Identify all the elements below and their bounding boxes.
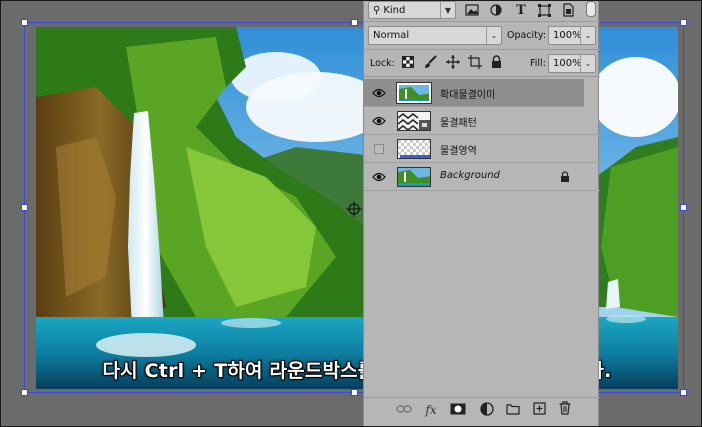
transform-reference-point-icon[interactable]: [346, 201, 362, 217]
layer-name: 물결영역: [440, 146, 477, 157]
layer-name: 물결패턴: [440, 118, 477, 129]
new-layer-icon[interactable]: [533, 402, 546, 415]
chevron-down-icon: ⌄: [580, 55, 595, 72]
smart-object-filter-icon[interactable]: [562, 3, 574, 17]
fill-value: 100%: [553, 58, 582, 69]
layers-panel-footer: fx: [364, 397, 600, 422]
layer-row[interactable]: 확대물결이미: [364, 79, 584, 107]
visibility-eye-icon[interactable]: [372, 171, 386, 183]
layer-name: 확대물결이미: [440, 90, 496, 101]
lock-all-icon[interactable]: [491, 55, 502, 68]
filter-kind-label: Kind: [383, 4, 406, 16]
transform-handle-middle-right[interactable]: [680, 204, 687, 211]
opacity-label: Opacity:: [507, 30, 547, 41]
photoshop-workspace: 다시 Ctrl + T하여 라운드박스를 보면 커져있음을 알 수 있다. ⚲ …: [0, 0, 702, 427]
opacity-input[interactable]: 100% ⌄: [548, 26, 596, 45]
visibility-eye-icon[interactable]: [372, 115, 386, 127]
visibility-off-box[interactable]: [374, 144, 384, 154]
opacity-value: 100%: [553, 30, 582, 41]
transform-handle-bottom-center[interactable]: [351, 389, 358, 396]
adjustment-layer-icon[interactable]: [480, 402, 494, 416]
layer-filter-select[interactable]: ⚲ Kind ▼: [368, 1, 456, 19]
fx-icon[interactable]: fx: [422, 402, 440, 418]
lock-position-icon[interactable]: [446, 55, 460, 69]
search-icon: ⚲: [373, 4, 381, 16]
lock-transparent-icon[interactable]: [402, 56, 414, 68]
transform-handle-top-center[interactable]: [351, 19, 358, 26]
fill-input[interactable]: 100% ⌄: [548, 54, 596, 73]
lock-image-icon[interactable]: [424, 55, 437, 69]
layers-panel: ⚲ Kind ▼ T Normal ⌄ Opacity: 100% ⌄ Lock…: [363, 1, 600, 426]
layer-row[interactable]: 물결영역: [364, 135, 600, 163]
lock-artboard-icon[interactable]: [468, 55, 482, 69]
layer-name: Background: [440, 170, 500, 181]
layer-row[interactable]: Background: [364, 163, 600, 191]
visibility-eye-icon[interactable]: [372, 87, 386, 99]
transform-handle-top-left[interactable]: [21, 19, 28, 26]
layer-lock-icon: [561, 171, 569, 182]
transform-handle-bottom-left[interactable]: [21, 389, 28, 396]
link-layers-icon[interactable]: [396, 404, 412, 414]
filter-toggle-switch[interactable]: [586, 1, 596, 17]
type-filter-icon[interactable]: T: [514, 2, 528, 18]
new-group-icon[interactable]: [506, 403, 520, 415]
layer-row[interactable]: 물결패턴: [364, 107, 600, 135]
transform-handle-top-right[interactable]: [680, 19, 687, 26]
shape-filter-icon[interactable]: [538, 4, 551, 17]
add-mask-icon[interactable]: [450, 403, 466, 415]
blend-mode-select[interactable]: Normal ⌄: [368, 26, 502, 45]
delete-layer-icon[interactable]: [559, 401, 571, 415]
chevron-down-icon: ⌄: [486, 27, 501, 44]
layer-thumbnail-pattern: [397, 111, 431, 131]
transform-handle-middle-left[interactable]: [21, 204, 28, 211]
chevron-down-icon: ▼: [440, 2, 455, 18]
transform-handle-bottom-right[interactable]: [680, 389, 687, 396]
lock-label: Lock:: [370, 58, 395, 69]
chevron-down-icon: ⌄: [580, 27, 595, 44]
layer-thumbnail-landscape: [396, 82, 432, 104]
layer-thumbnail-landscape: [397, 167, 431, 187]
blend-mode-value: Normal: [373, 30, 410, 41]
layer-thumbnail-transparent: [397, 139, 431, 159]
image-filter-icon[interactable]: [465, 4, 479, 16]
adjustment-filter-icon[interactable]: [490, 4, 502, 16]
fill-label: Fill:: [530, 58, 546, 69]
